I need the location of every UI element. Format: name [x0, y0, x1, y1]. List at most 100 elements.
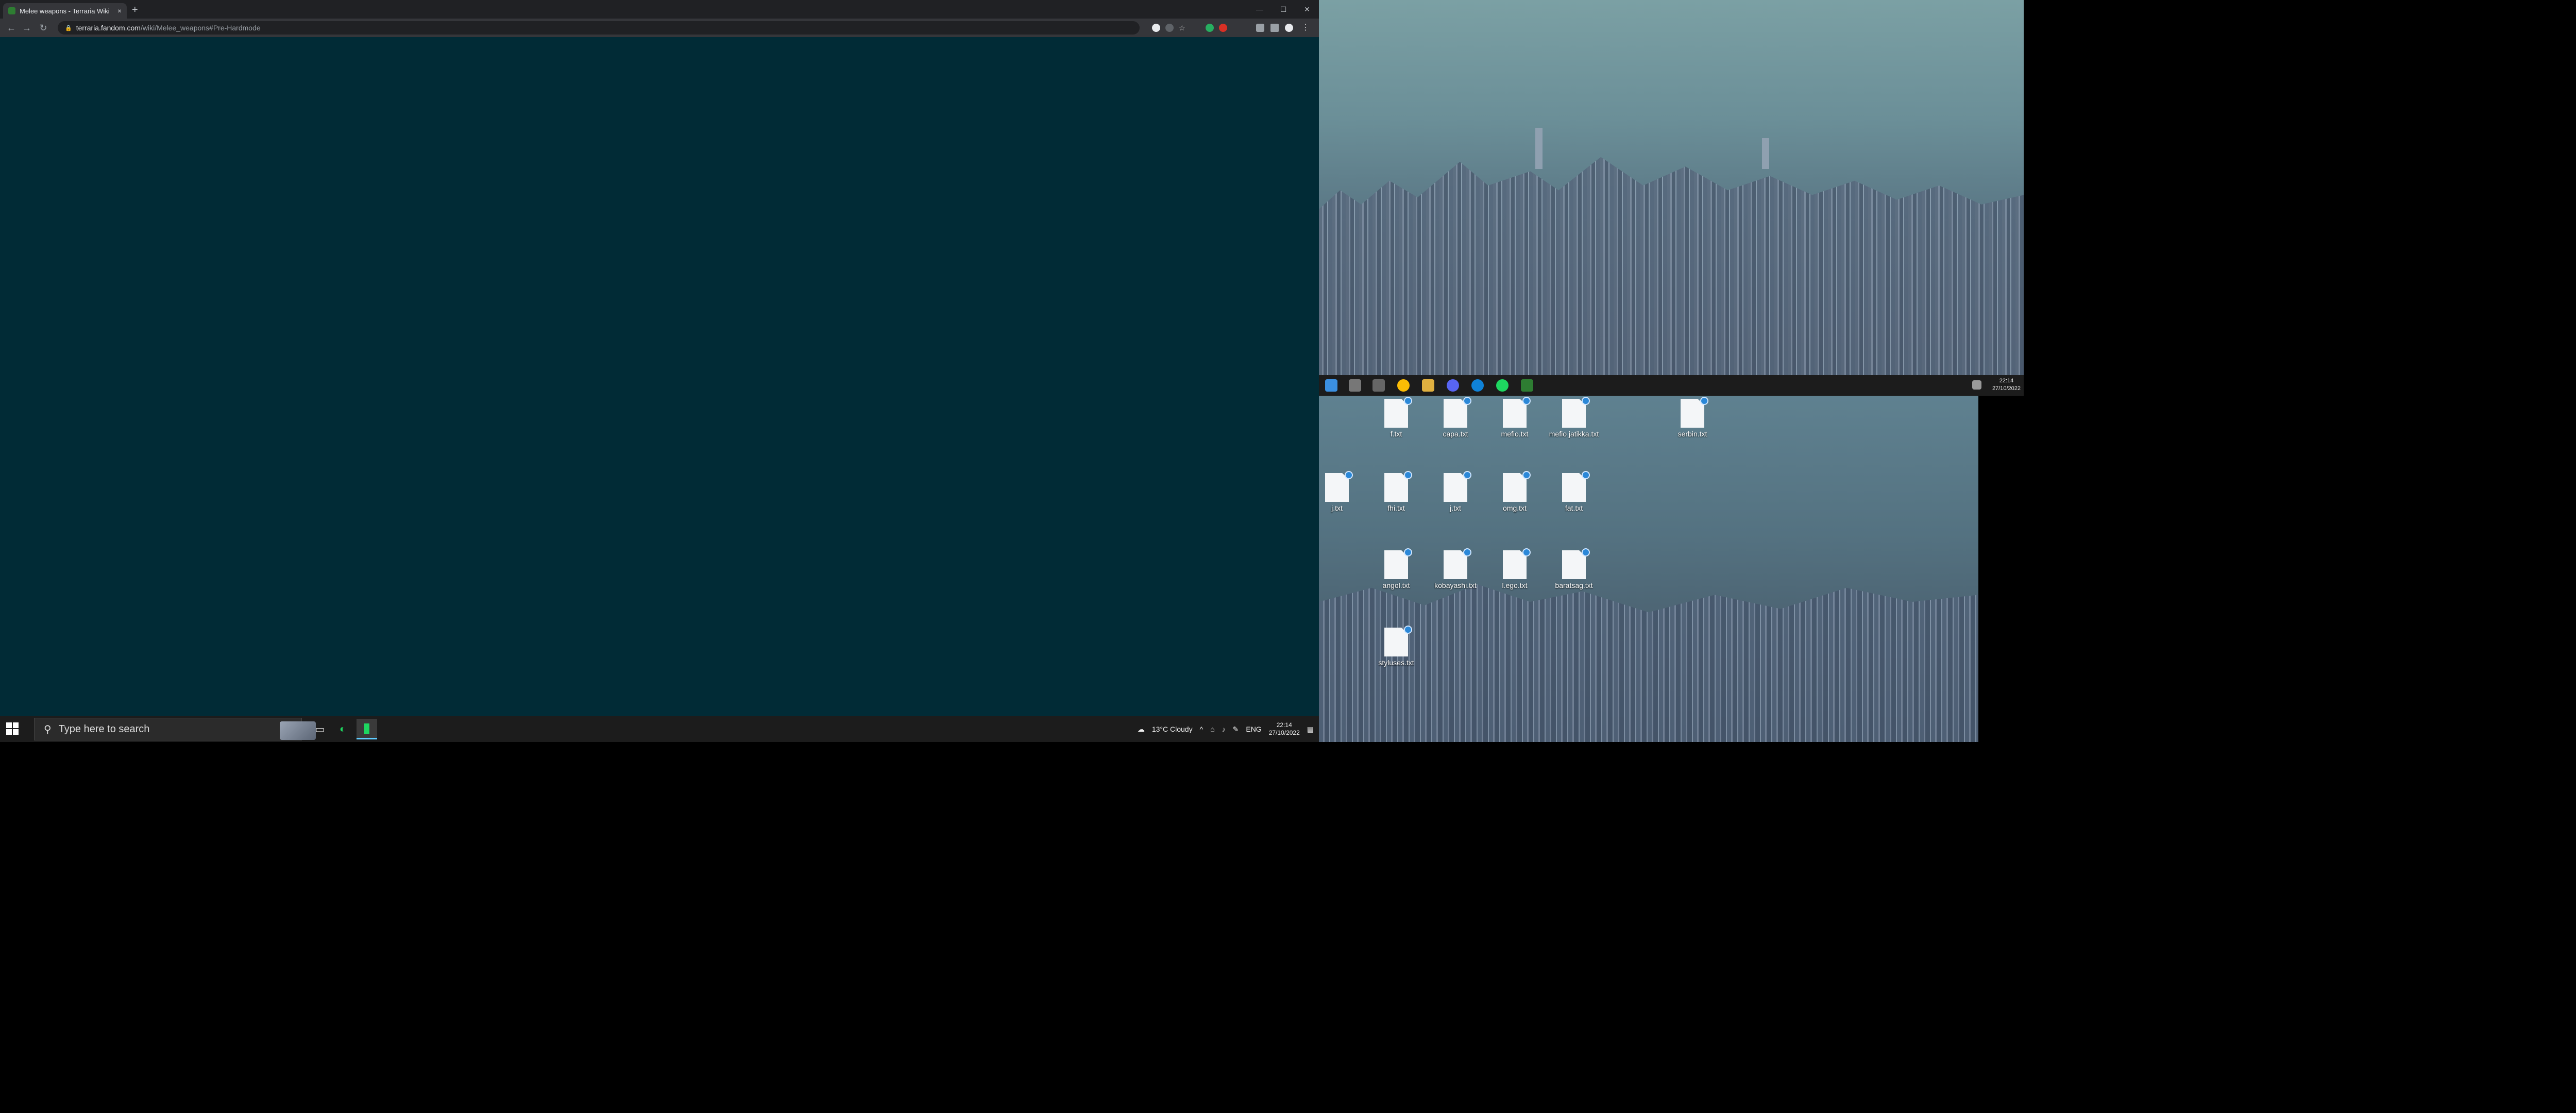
- browser-window: Melee weapons - Terraria Wiki × + — ☐ ✕ …: [0, 0, 1319, 742]
- clock-date: 27/10/2022: [1992, 385, 2021, 392]
- extension-green-icon[interactable]: [1206, 24, 1214, 32]
- reload-icon[interactable]: ↻: [37, 22, 49, 34]
- desktop-icon-label: fhi.txt: [1387, 504, 1405, 512]
- desktop-icon[interactable]: mefio.txt: [1486, 397, 1543, 438]
- skyscraper-spire: [1762, 138, 1769, 169]
- clock-time: 22:14: [1999, 378, 2014, 384]
- notification-icon[interactable]: ▤: [1307, 725, 1314, 734]
- desktop-icon-label: j.txt: [1450, 504, 1461, 512]
- desktop-icon[interactable]: kobayashi.txt: [1427, 548, 1484, 589]
- desktop-icon[interactable]: fhi.txt: [1368, 471, 1425, 512]
- tab-close-icon[interactable]: ×: [117, 7, 122, 15]
- extension-red-icon[interactable]: [1219, 24, 1227, 32]
- network-icon[interactable]: ⌂: [1210, 725, 1214, 733]
- desktop-icon-label: f.txt: [1390, 430, 1402, 438]
- bookmark-star-icon[interactable]: ☆: [1179, 24, 1187, 32]
- desktop-icon[interactable]: capa.txt: [1427, 397, 1484, 438]
- maximize-button[interactable]: ☐: [1272, 0, 1295, 19]
- sync-badge-icon: [1404, 548, 1412, 556]
- desktop-icon[interactable]: fat.txt: [1546, 471, 1602, 512]
- desktop-icon-label: styluses.txt: [1378, 659, 1414, 667]
- chrome-icon[interactable]: [1397, 379, 1410, 392]
- sync-badge-icon: [1582, 548, 1590, 556]
- chevron-up-icon[interactable]: ^: [1200, 725, 1204, 733]
- side-panel-icon[interactable]: [1270, 24, 1279, 32]
- sync-badge-icon: [1463, 397, 1471, 405]
- desktop-icon-label: baratsag.txt: [1555, 581, 1593, 589]
- sync-badge-icon: [1582, 471, 1590, 479]
- forward-arrow-icon[interactable]: →: [21, 22, 33, 34]
- new-tab-button[interactable]: +: [132, 4, 138, 16]
- url-path: /wiki/Melee_weapons#Pre-Hardmode: [140, 24, 261, 32]
- edge-icon[interactable]: [1471, 379, 1484, 392]
- search-icon[interactable]: [1349, 379, 1361, 392]
- sync-badge-icon: [1404, 626, 1412, 634]
- desktop-icon-label: j.txt: [1331, 504, 1343, 512]
- pen-icon[interactable]: ✎: [1233, 725, 1239, 734]
- sync-badge-icon: [1404, 397, 1412, 405]
- spotify-icon[interactable]: [1496, 379, 1509, 392]
- taskbar-clock[interactable]: 22:14 27/10/2022: [1269, 721, 1300, 737]
- extensions-puzzle-icon[interactable]: [1256, 24, 1264, 32]
- clock-date: 27/10/2022: [1268, 729, 1300, 736]
- minimize-button[interactable]: —: [1248, 0, 1272, 19]
- desktop-icon[interactable]: f.txt: [1368, 397, 1425, 438]
- back-arrow-icon[interactable]: ←: [5, 22, 18, 34]
- desktop-icon-label: mefio.txt: [1501, 430, 1529, 438]
- desktop-icon-label: serbin.txt: [1677, 430, 1707, 438]
- sync-badge-icon: [1463, 548, 1471, 556]
- account-icon[interactable]: [1285, 24, 1293, 32]
- desktop-monitor-bottom: f.txt capa.txt mefio.txt mefio jatikka.t…: [1319, 396, 1978, 742]
- system-tray: ☁ 13°C Cloudy ^ ⌂ ♪ ✎ ENG 22:14 27/10/20…: [1138, 716, 1319, 742]
- desktop-icon-label: l.ego.txt: [1502, 581, 1528, 589]
- share-icon[interactable]: [1165, 24, 1174, 32]
- profile-icon[interactable]: [1152, 24, 1160, 32]
- chrome-app-icon[interactable]: [357, 719, 377, 739]
- desktop-icon-label: kobayashi.txt: [1434, 581, 1477, 589]
- desktop-icon-label: mefio jatikka.txt: [1549, 430, 1599, 438]
- windows-start-icon[interactable]: [1325, 379, 1337, 392]
- tab-title: Melee weapons - Terraria Wiki: [20, 7, 110, 15]
- windows-start-icon[interactable]: [6, 722, 20, 736]
- taskbar-search-input[interactable]: ⚲ Type here to search: [34, 718, 316, 740]
- menu-kebab-icon[interactable]: ⋮: [1301, 24, 1310, 32]
- spotify-icon[interactable]: ◐: [335, 721, 350, 737]
- address-bar[interactable]: 🔒 terraria.fandom.com/wiki/Melee_weapons…: [58, 21, 1140, 35]
- close-window-button[interactable]: ✕: [1295, 0, 1319, 19]
- sync-badge-icon: [1522, 548, 1531, 556]
- language-indicator[interactable]: ENG: [1246, 725, 1261, 733]
- tab-melee-weapons[interactable]: Melee weapons - Terraria Wiki ×: [3, 3, 127, 19]
- sync-badge-icon: [1700, 397, 1708, 405]
- tab-strip: Melee weapons - Terraria Wiki × + — ☐ ✕: [0, 0, 1319, 19]
- desktop-icon[interactable]: angol.txt: [1368, 548, 1425, 589]
- desktop-icon[interactable]: j.txt: [1319, 471, 1365, 512]
- cloudy-weather-icon[interactable]: ☁: [1138, 725, 1145, 734]
- lock-icon: 🔒: [65, 25, 72, 31]
- clock-time: 22:14: [1276, 721, 1292, 729]
- task-view-icon[interactable]: [1372, 379, 1385, 392]
- desktop-icon[interactable]: serbin.txt: [1664, 397, 1721, 438]
- weather-text[interactable]: 13°C Cloudy: [1152, 725, 1193, 733]
- file-explorer-icon[interactable]: [1422, 379, 1434, 392]
- search-highlight-image: [280, 721, 316, 740]
- pen-icon[interactable]: [1972, 380, 1981, 390]
- task-view-icon[interactable]: ▭: [312, 721, 328, 737]
- desktop-icon[interactable]: mefio jatikka.txt: [1546, 397, 1602, 438]
- desktop-icon[interactable]: l.ego.txt: [1486, 548, 1543, 589]
- desktop-icon[interactable]: j.txt: [1427, 471, 1484, 512]
- discord-icon[interactable]: [1447, 379, 1459, 392]
- taskbar: ⚲ Type here to search ▭ ◐ ☁ 13°C Cloudy …: [0, 716, 1319, 742]
- desktop-icon[interactable]: omg.txt: [1486, 471, 1543, 512]
- desktop-icon-label: capa.txt: [1443, 430, 1468, 438]
- desktop-icon-label: omg.txt: [1503, 504, 1527, 512]
- secondary-clock[interactable]: 22:14 27/10/2022: [1992, 377, 2021, 393]
- app-icon[interactable]: [1521, 379, 1533, 392]
- desktop-icon[interactable]: styluses.txt: [1368, 626, 1425, 667]
- wallpaper-monitor-top: 22:14 27/10/2022: [1319, 0, 2024, 396]
- desktop-icon[interactable]: baratsag.txt: [1546, 548, 1602, 589]
- desktop-icon-label: fat.txt: [1565, 504, 1583, 512]
- sync-badge-icon: [1522, 471, 1531, 479]
- city-skyline-wallpaper: [1319, 157, 2024, 375]
- volume-icon[interactable]: ♪: [1222, 725, 1226, 733]
- skyscraper-spire: [1535, 128, 1543, 169]
